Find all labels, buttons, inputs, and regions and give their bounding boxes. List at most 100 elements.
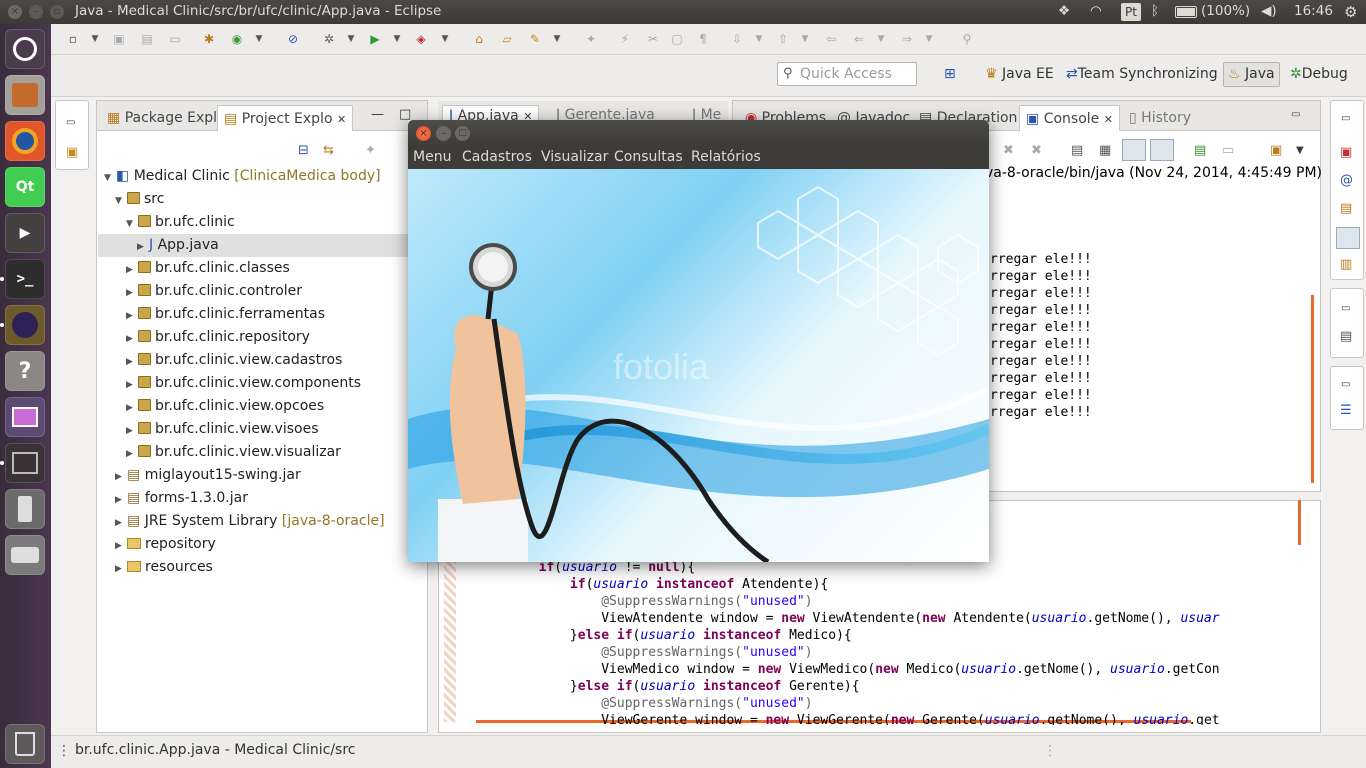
- new-java-package-icon[interactable]: ✱: [201, 31, 217, 47]
- tree-item[interactable]: ▶ br.ufc.clinic.view.visoes: [98, 418, 427, 441]
- remove-launch-icon[interactable]: ▤: [1071, 143, 1083, 158]
- menu-cadastros[interactable]: Cadastros: [462, 149, 532, 165]
- terminate-icon[interactable]: ✖: [1003, 143, 1014, 158]
- tab-project-explorer[interactable]: ▤ Project Explo ✕: [217, 105, 354, 131]
- firefox-icon[interactable]: [5, 121, 45, 161]
- tree-item[interactable]: ▶ resources: [98, 556, 427, 579]
- annotation-nav-icon[interactable]: ✦: [583, 31, 599, 47]
- video-editor-icon[interactable]: ▶: [5, 213, 45, 253]
- tree-item[interactable]: ▼ br.ufc.clinic: [98, 211, 427, 234]
- tree-item[interactable]: ▶ br.ufc.clinic.view.cadastros: [98, 349, 427, 372]
- link-with-editor-icon[interactable]: ⇆: [323, 143, 334, 158]
- collapsed-arrow-icon[interactable]: ▶: [115, 535, 127, 558]
- eclipse-icon[interactable]: [5, 305, 45, 345]
- debug-icon[interactable]: ✲: [321, 31, 337, 47]
- scroll-lock-icon[interactable]: [1122, 139, 1146, 161]
- expanded-arrow-icon[interactable]: ▼: [126, 213, 138, 236]
- open-type-icon[interactable]: ⌂: [471, 31, 487, 47]
- collapsed-arrow-icon[interactable]: ▶: [115, 512, 127, 535]
- next-annotation-icon[interactable]: ⇩: [729, 31, 745, 47]
- tab-console[interactable]: ▣ Console ✕: [1019, 105, 1120, 131]
- javadoc-icon[interactable]: @: [1340, 173, 1353, 188]
- close-icon[interactable]: ×: [8, 5, 22, 19]
- tree-item[interactable]: ▶ br.ufc.clinic.view.components: [98, 372, 427, 395]
- expanded-arrow-icon[interactable]: ▼: [104, 167, 116, 190]
- back-icon[interactable]: ⇦: [823, 31, 839, 47]
- show-on-output-icon[interactable]: [1150, 139, 1174, 161]
- perspective-team-sync[interactable]: ⇄Team Synchronizing: [1066, 66, 1218, 82]
- collapsed-arrow-icon[interactable]: ▶: [126, 397, 138, 420]
- chevron-down-icon[interactable]: ▼: [251, 31, 267, 47]
- search-tool-icon[interactable]: ✎: [527, 31, 543, 47]
- perspective-java-ee[interactable]: ♛ Java EE: [985, 66, 1054, 82]
- last-edit-icon[interactable]: ⚡: [617, 31, 633, 47]
- volume-icon[interactable]: ◀): [1261, 3, 1277, 19]
- tree-item[interactable]: ▶ br.ufc.clinic.controler: [98, 280, 427, 303]
- collapsed-arrow-icon[interactable]: ▶: [126, 420, 138, 443]
- tree-item[interactable]: ▶ br.ufc.clinic.view.visualizar: [98, 441, 427, 464]
- qt-creator-icon[interactable]: Qt: [5, 167, 45, 207]
- open-folder-icon[interactable]: ▱: [499, 31, 515, 47]
- collapsed-arrow-icon[interactable]: ▶: [137, 236, 149, 259]
- system-monitor-icon[interactable]: [5, 443, 45, 483]
- tree-item[interactable]: ▼ ◧ Medical Clinic [ClinicaMedica body]: [98, 165, 427, 188]
- tree-item[interactable]: ▶ J App.java: [98, 234, 427, 257]
- help-icon[interactable]: ?: [5, 351, 45, 391]
- dash-home-icon[interactable]: [5, 29, 45, 69]
- new-class-icon[interactable]: ◉: [229, 31, 245, 47]
- perspective-java[interactable]: ♨ Java: [1223, 62, 1280, 87]
- remove-all-terminated-icon[interactable]: ✖: [1031, 143, 1042, 158]
- console-icon[interactable]: [1336, 227, 1360, 249]
- disk-drive-icon[interactable]: [5, 535, 45, 575]
- chevron-down-icon[interactable]: ▼: [437, 31, 453, 47]
- quick-access-input[interactable]: ⚲ Quick Access: [777, 62, 917, 86]
- task-list-icon[interactable]: ▤: [1340, 329, 1352, 344]
- toggle-mark-icon[interactable]: ✂: [645, 31, 661, 47]
- chevron-down-icon[interactable]: ▼: [389, 31, 405, 47]
- chevron-down-icon[interactable]: ▼: [343, 31, 359, 47]
- block-select-icon[interactable]: ▢: [669, 31, 685, 47]
- collapse-all-icon[interactable]: ⊟: [298, 143, 309, 158]
- display-console-icon[interactable]: ▭: [1222, 143, 1234, 158]
- view-menu-icon[interactable]: ✦: [365, 143, 376, 158]
- chevron-down-icon[interactable]: ▼: [797, 31, 813, 47]
- usb-drive-icon[interactable]: [5, 489, 45, 529]
- maximize-icon[interactable]: □: [455, 126, 470, 141]
- minimize-view-icon[interactable]: —: [371, 107, 384, 122]
- tree-item[interactable]: ▼ src: [98, 188, 427, 211]
- minimize-icon[interactable]: –: [436, 126, 451, 141]
- maximize-icon[interactable]: ▫: [50, 5, 64, 19]
- chevron-down-icon[interactable]: ▼: [751, 31, 767, 47]
- expanded-arrow-icon[interactable]: ▼: [115, 190, 127, 213]
- close-icon[interactable]: ✕: [337, 113, 346, 126]
- restore-icon[interactable]: ▭: [66, 117, 75, 128]
- tree-item[interactable]: ▶ br.ufc.clinic.repository: [98, 326, 427, 349]
- print-icon[interactable]: ▭: [167, 31, 183, 47]
- restore-icon[interactable]: ▭: [1341, 379, 1350, 390]
- overview-marker[interactable]: [1298, 500, 1301, 545]
- skip-breakpoints-icon[interactable]: ⊘: [285, 31, 301, 47]
- collapsed-arrow-icon[interactable]: ▶: [115, 489, 127, 512]
- restore-icon[interactable]: ▭: [1341, 303, 1350, 314]
- minimize-icon[interactable]: –: [29, 5, 43, 19]
- collapsed-arrow-icon[interactable]: ▶: [115, 466, 127, 489]
- problems-icon[interactable]: ▣: [1340, 145, 1352, 160]
- tab-history[interactable]: ▯ History: [1123, 105, 1197, 131]
- tree-item[interactable]: ▶ ▤ JRE System Library [java-8-oracle]: [98, 510, 427, 533]
- forward-arrow-icon[interactable]: ⇒: [899, 31, 915, 47]
- code-editor[interactable]: if(usuario != null){ if(usuario instance…: [476, 560, 1301, 725]
- battery-icon[interactable]: [1175, 6, 1197, 18]
- collapsed-arrow-icon[interactable]: ▶: [115, 558, 127, 581]
- restore-icon[interactable]: ▭: [1341, 113, 1350, 124]
- keyboard-layout-indicator[interactable]: Pt: [1121, 3, 1141, 21]
- collapsed-arrow-icon[interactable]: ▶: [126, 259, 138, 282]
- prev-annotation-icon[interactable]: ⇧: [775, 31, 791, 47]
- package-icon[interactable]: ▣: [66, 145, 78, 160]
- close-icon[interactable]: ×: [416, 126, 431, 141]
- files-icon[interactable]: [5, 75, 45, 115]
- back-arrow-icon[interactable]: ⇐: [851, 31, 867, 47]
- save-icon[interactable]: ▣: [111, 31, 127, 47]
- pin-console-icon[interactable]: ▤: [1194, 143, 1206, 158]
- tree-item[interactable]: ▶ ▤ miglayout15-swing.jar: [98, 464, 427, 487]
- collapsed-arrow-icon[interactable]: ▶: [126, 374, 138, 397]
